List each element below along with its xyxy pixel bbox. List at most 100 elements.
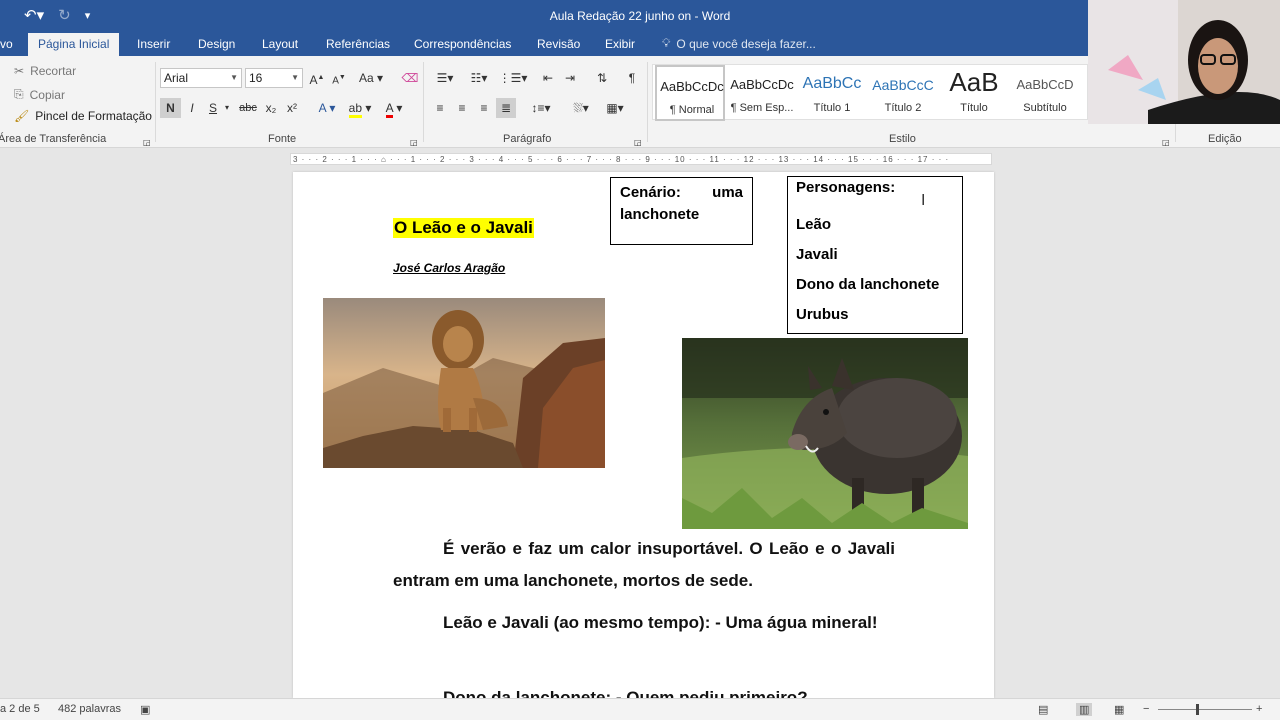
font-name-value: Arial: [164, 71, 189, 85]
italic-button[interactable]: I: [183, 98, 201, 118]
style-preview: AaBbCc: [802, 75, 862, 92]
story-title: O Leão e o Javali: [393, 218, 534, 238]
style-name: Subtítulo: [1023, 102, 1067, 114]
page-count[interactable]: a 2 de 5: [0, 703, 40, 715]
tab-file[interactable]: vo: [0, 33, 23, 56]
copy-label: Copiar: [29, 87, 65, 102]
decrease-indent-icon[interactable]: ⇤: [538, 68, 558, 88]
editing-group-label: Edição: [1208, 133, 1242, 145]
story-author: José Carlos Aragão: [393, 261, 506, 275]
tab-design[interactable]: Design: [188, 33, 245, 56]
characters-text-box[interactable]: Personagens: Leão Javali Dono da lanchon…: [787, 176, 963, 334]
story-paragraph: Leão e Javali (ao mesmo tempo): - Uma ág…: [393, 607, 895, 639]
text-cursor-icon: Ι: [921, 192, 926, 209]
styles-group-label: Estilo: [889, 133, 916, 145]
shading-icon[interactable]: ⛆▾: [566, 98, 596, 118]
webcam-overlay: [1088, 0, 1280, 124]
setting-text-box[interactable]: Cenário: uma lanchonete: [610, 177, 753, 245]
copy-button[interactable]: ⎘ Copiar: [14, 87, 65, 102]
tab-review[interactable]: Revisão: [527, 33, 590, 56]
group-separator: [647, 62, 648, 142]
zoom-slider-thumb[interactable]: [1196, 704, 1199, 715]
story-paragraph: Dono da lanchonete: - Quem pediu primeir…: [393, 682, 895, 698]
paintbrush-icon: 🖌︎: [14, 109, 30, 123]
lightbulb-icon: 💡︎: [662, 36, 671, 50]
tell-me-box[interactable]: 💡︎ O que você deseja fazer...: [662, 36, 816, 51]
style-heading-2[interactable]: AaBbCcC Título 2: [868, 65, 938, 121]
tab-view[interactable]: Exibir: [595, 33, 645, 56]
style-no-spacing[interactable]: AaBbCcDc ¶ Sem Esp...: [727, 65, 797, 121]
justify-icon[interactable]: ≣: [496, 98, 516, 118]
format-painter-button[interactable]: 🖌︎ Pincel de Formatação: [14, 109, 152, 123]
align-right-icon[interactable]: ≡: [474, 98, 494, 118]
highlight-color-icon[interactable]: ab ▾: [345, 98, 375, 118]
print-layout-icon[interactable]: ▥: [1076, 703, 1093, 716]
style-heading-1[interactable]: AaBbCc Título 1: [797, 65, 867, 121]
style-name: ¶ Normal: [669, 104, 715, 116]
strikethrough-button[interactable]: abc: [236, 98, 260, 118]
line-spacing-icon[interactable]: ↕≡▾: [526, 98, 556, 118]
chevron-down-icon: ▼: [230, 73, 238, 82]
superscript-button[interactable]: x²: [283, 98, 301, 118]
tab-references[interactable]: Referências: [316, 33, 400, 56]
read-mode-icon[interactable]: ▤: [1038, 703, 1048, 716]
character-item: Urubus: [796, 306, 849, 323]
style-normal[interactable]: AaBbCcDc ¶ Normal: [655, 65, 725, 121]
text-effects-icon[interactable]: A ▾: [312, 98, 342, 118]
style-preview: AaBbCcDc: [730, 77, 794, 92]
style-subtitle[interactable]: AaBbCcD Subtítulo: [1010, 65, 1080, 121]
shrink-font-icon[interactable]: A▼: [330, 68, 348, 88]
font-name-combo[interactable]: Arial ▼: [160, 68, 242, 88]
font-launcher-icon[interactable]: ◲: [410, 133, 418, 153]
paragraph-group-label: Parágrafo: [503, 133, 552, 145]
clear-formatting-icon[interactable]: ⌫: [400, 68, 420, 88]
increase-indent-icon[interactable]: ⇥: [560, 68, 580, 88]
font-size-combo[interactable]: 16 ▼: [245, 68, 303, 88]
cut-label: Recortar: [30, 64, 77, 78]
style-preview: AaBbCcDc: [660, 79, 724, 94]
horizontal-ruler[interactable]: 3 · · · 2 · · · 1 · · · ⌂ · · · 1 · · · …: [290, 153, 992, 165]
lion-image[interactable]: [323, 298, 605, 468]
tab-home[interactable]: Página Inicial: [28, 33, 120, 56]
character-item: Leão: [796, 216, 832, 233]
group-separator: [423, 62, 424, 142]
bold-button[interactable]: N: [160, 98, 181, 118]
multilevel-list-icon[interactable]: ⋮☰▾: [498, 68, 528, 88]
word-count[interactable]: 482 palavras: [58, 703, 121, 715]
numbering-icon[interactable]: ☷▾: [464, 68, 494, 88]
align-center-icon[interactable]: ≡: [452, 98, 472, 118]
web-layout-icon[interactable]: ▦: [1114, 703, 1124, 716]
font-color-icon[interactable]: A ▾: [379, 98, 409, 118]
chevron-down-icon[interactable]: ▾: [222, 98, 232, 118]
tab-mailings[interactable]: Correspondências: [404, 33, 521, 56]
subscript-button[interactable]: x₂: [262, 98, 280, 118]
align-left-icon[interactable]: ≡: [430, 98, 450, 118]
bullets-icon[interactable]: ☰▾: [430, 68, 460, 88]
style-name: ¶ Sem Esp...: [730, 102, 794, 114]
clipboard-group-label: Área de Transferência: [0, 133, 107, 145]
pilcrow-icon[interactable]: ¶: [622, 68, 642, 88]
style-name: Título 2: [884, 102, 922, 114]
styles-launcher-icon[interactable]: ◲: [1162, 133, 1170, 153]
proofing-icon[interactable]: ▣: [140, 703, 150, 716]
tab-layout[interactable]: Layout: [252, 33, 308, 56]
cut-button[interactable]: ✂ Recortar: [14, 64, 76, 78]
font-size-value: 16: [249, 71, 263, 85]
change-case-icon[interactable]: Aa ▾: [356, 68, 386, 88]
clipboard-launcher-icon[interactable]: ◲: [143, 133, 151, 153]
character-item: Dono da lanchonete: [796, 276, 940, 293]
borders-icon[interactable]: ▦▾: [600, 98, 630, 118]
paragraph-launcher-icon[interactable]: ◲: [634, 133, 642, 153]
document-page[interactable]: O Leão e o Javali José Carlos Aragão Cen…: [293, 172, 994, 698]
style-name: Título: [960, 102, 988, 114]
style-title[interactable]: AaB Título: [939, 65, 1009, 121]
sort-icon[interactable]: ⇅: [592, 68, 612, 88]
zoom-slider[interactable]: [1158, 709, 1252, 710]
format-painter-label: Pincel de Formatação: [35, 109, 152, 123]
underline-button[interactable]: S: [204, 98, 222, 118]
boar-image[interactable]: [682, 338, 968, 529]
grow-font-icon[interactable]: A▲: [308, 68, 326, 88]
tab-insert[interactable]: Inserir: [127, 33, 180, 56]
zoom-in-icon[interactable]: +: [1256, 703, 1262, 715]
zoom-out-icon[interactable]: −: [1143, 703, 1149, 715]
